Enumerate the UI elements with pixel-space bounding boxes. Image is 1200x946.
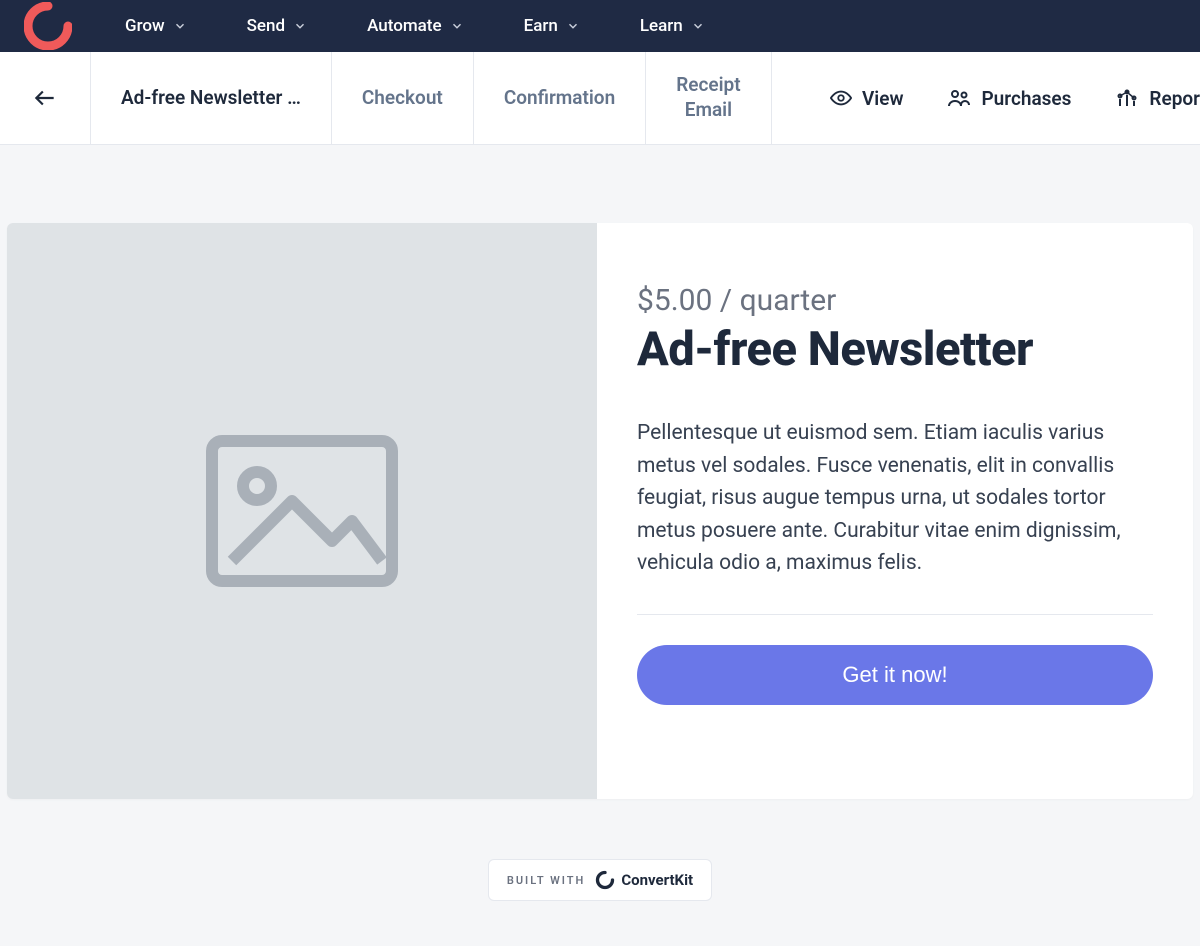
secondary-bar: Ad-free Newsletter … Checkout Confirmati… <box>0 52 1200 145</box>
nav-learn[interactable]: Learn <box>610 0 735 52</box>
top-nav: Grow Send Automate Earn Learn <box>0 0 1200 52</box>
nav-label: Grow <box>125 16 165 36</box>
chevron-down-icon <box>450 19 464 33</box>
tab-receipt-email[interactable]: Receipt Email <box>646 52 771 144</box>
product-body: $5.00 / quarter Ad-free Newsletter Pelle… <box>597 223 1193 799</box>
action-label: Repor <box>1149 87 1200 110</box>
built-with-label: BUILT WITH <box>507 874 585 887</box>
action-reports[interactable]: Repor <box>1093 52 1200 144</box>
content: $5.00 / quarter Ad-free Newsletter Pelle… <box>0 145 1200 901</box>
chevron-down-icon <box>293 19 307 33</box>
action-purchases[interactable]: Purchases <box>925 52 1093 144</box>
nav-send[interactable]: Send <box>217 0 337 52</box>
product-image-placeholder <box>7 223 597 799</box>
chevron-down-icon <box>566 19 580 33</box>
cta-button[interactable]: Get it now! <box>637 645 1153 705</box>
nav-label: Send <box>247 16 285 36</box>
logo[interactable] <box>0 0 95 52</box>
tab-label-line2: Email <box>685 98 732 123</box>
action-label: Purchases <box>981 87 1071 110</box>
image-icon <box>202 431 402 591</box>
product-title: Ad-free Newsletter <box>637 322 1153 377</box>
tab-label: Checkout <box>362 86 443 111</box>
arrow-left-icon <box>32 85 58 111</box>
footer: BUILT WITH ConvertKit <box>7 859 1193 901</box>
brand-icon <box>595 870 615 890</box>
spacer <box>772 52 808 144</box>
nav-label: Earn <box>524 16 558 36</box>
brand: ConvertKit <box>595 870 693 890</box>
back-wrap <box>0 52 90 144</box>
divider <box>637 614 1153 615</box>
nav-earn[interactable]: Earn <box>494 0 610 52</box>
tab-confirmation[interactable]: Confirmation <box>474 52 646 144</box>
tab-product[interactable]: Ad-free Newsletter … <box>90 52 332 144</box>
tab-checkout[interactable]: Checkout <box>332 52 474 144</box>
brand-name: ConvertKit <box>621 871 693 889</box>
product-description: Pellentesque ut euismod sem. Etiam iacul… <box>637 417 1153 580</box>
back-button[interactable] <box>32 85 58 111</box>
users-icon <box>947 86 971 110</box>
top-nav-items: Grow Send Automate Earn Learn <box>95 0 735 52</box>
chevron-down-icon <box>691 19 705 33</box>
action-view[interactable]: View <box>808 52 926 144</box>
nav-grow[interactable]: Grow <box>95 0 217 52</box>
product-card: $5.00 / quarter Ad-free Newsletter Pelle… <box>7 223 1193 799</box>
tab-label-line1: Receipt <box>676 73 740 98</box>
built-with-badge[interactable]: BUILT WITH ConvertKit <box>488 859 712 901</box>
tab-label: Ad-free Newsletter … <box>121 86 301 111</box>
nav-label: Learn <box>640 16 683 36</box>
nav-label: Automate <box>367 16 442 36</box>
logo-icon <box>24 2 72 50</box>
product-price: $5.00 / quarter <box>637 283 1153 318</box>
eye-icon <box>830 87 852 109</box>
tab-label: Confirmation <box>504 86 615 111</box>
chart-icon <box>1115 86 1139 110</box>
action-label: View <box>862 87 904 110</box>
chevron-down-icon <box>173 19 187 33</box>
nav-automate[interactable]: Automate <box>337 0 494 52</box>
